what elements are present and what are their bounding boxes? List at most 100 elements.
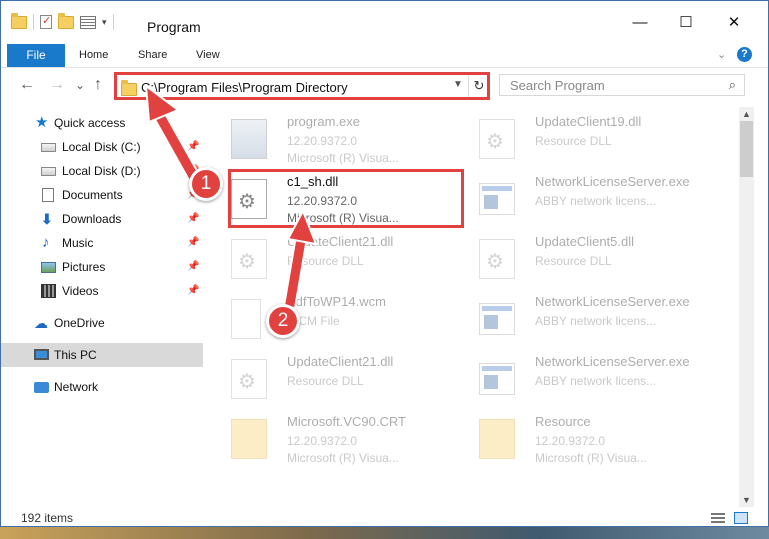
- address-path[interactable]: C:\Program Files\Program Directory: [141, 80, 348, 95]
- file-name: UpdateClient21.dll: [287, 354, 394, 369]
- sidebar-item-this-pc[interactable]: This PC: [1, 343, 203, 367]
- pin-icon[interactable]: 📌: [187, 135, 199, 159]
- sidebar-item-label: OneDrive: [54, 316, 105, 330]
- address-bar[interactable]: C:\Program Files\Program Directory ▼ ↻: [114, 72, 490, 100]
- back-button[interactable]: ←: [19, 76, 35, 94]
- quick-access-toolbar: ▾: [11, 12, 114, 31]
- folder-item-resource[interactable]: Resource 12.20.9372.0 Microsoft (R) Visu…: [471, 411, 721, 467]
- tiles-view-icon[interactable]: [734, 512, 748, 524]
- scroll-thumb[interactable]: [740, 121, 753, 177]
- step-2-badge: 2: [266, 304, 300, 338]
- disk-icon: [41, 143, 56, 152]
- up-button[interactable]: ↑: [94, 76, 102, 94]
- expand-ribbon-icon[interactable]: ⌄: [717, 48, 726, 61]
- sidebar-item-label: Local Disk (D:): [62, 164, 141, 178]
- sidebar-item-videos[interactable]: Videos 📌: [1, 279, 203, 303]
- pin-icon[interactable]: 📌: [187, 207, 199, 231]
- navigation-pane: ★ Quick access Local Disk (C:) 📌 Local D…: [1, 107, 209, 507]
- file-item-updateclient21-dll[interactable]: UpdateClient21.dll Resource DLL: [223, 351, 473, 407]
- file-name: UpdateClient21.dll: [287, 234, 394, 249]
- search-icon[interactable]: ⌕: [729, 77, 736, 93]
- search-input[interactable]: Search Program: [510, 78, 605, 93]
- sidebar-item-label: This PC: [54, 348, 97, 362]
- dll-icon: [479, 119, 515, 159]
- file-icon: [231, 299, 261, 339]
- sidebar-item-label: Network: [54, 380, 99, 394]
- chevron-down-icon[interactable]: ▼: [453, 79, 463, 90]
- network-icon: [34, 382, 49, 393]
- customize-icon[interactable]: [80, 15, 96, 29]
- vertical-scrollbar[interactable]: ▲ ▼: [739, 107, 754, 507]
- file-detail: Resource DLL: [287, 254, 364, 268]
- download-icon: ⬇: [41, 211, 53, 227]
- file-detail: Resource DLL: [287, 374, 364, 388]
- sidebar-item-label: Music: [62, 236, 94, 250]
- scroll-down-icon[interactable]: ▼: [739, 495, 754, 505]
- sidebar-item-local-disk-d[interactable]: Local Disk (D:) 📌: [1, 159, 203, 183]
- star-icon: ★: [35, 114, 49, 131]
- file-item-networklicenseserver-exe[interactable]: NetworkLicenseServer.exe ABBY network li…: [471, 291, 721, 347]
- help-icon[interactable]: ?: [737, 47, 752, 62]
- file-item-networklicenseserver-exe[interactable]: NetworkLicenseServer.exe ABBY network li…: [471, 171, 721, 227]
- file-item-updateclient5-dll[interactable]: UpdateClient5.dll Resource DLL: [471, 231, 721, 287]
- tab-view[interactable]: View: [196, 44, 220, 67]
- sidebar-item-music[interactable]: ♪ Music 📌: [1, 231, 203, 255]
- file-detail: 12.20.9372.0: [287, 134, 358, 148]
- cloud-icon: ☁: [34, 315, 48, 331]
- file-detail: 12.20.9372.0: [287, 434, 358, 448]
- details-view-icon[interactable]: [711, 513, 725, 524]
- step-1-badge: 1: [189, 167, 223, 201]
- pin-icon[interactable]: 📌: [187, 255, 199, 279]
- chevron-down-icon[interactable]: ▾: [102, 17, 107, 28]
- sidebar-item-local-disk-c[interactable]: Local Disk (C:) 📌: [1, 135, 203, 159]
- sidebar-item-pictures[interactable]: Pictures 📌: [1, 255, 203, 279]
- file-item-pdftowp14-wcm[interactable]: PdfToWP14.wcm WCM File: [223, 291, 473, 347]
- tab-share[interactable]: Share: [138, 44, 167, 67]
- file-name: NetworkLicenseServer.exe: [535, 294, 690, 309]
- program-icon: [231, 119, 267, 159]
- sidebar-item-quick-access[interactable]: ★ Quick access: [1, 111, 203, 135]
- file-explorer-window: ▾ Program — ☐ ✕ File Home Share View ⌄ ?…: [0, 0, 769, 527]
- ribbon-tabs: File Home Share View ⌄ ?: [1, 43, 768, 68]
- file-name: NetworkLicenseServer.exe: [535, 354, 690, 369]
- pin-icon[interactable]: 📌: [187, 231, 199, 255]
- tab-home[interactable]: Home: [79, 44, 108, 67]
- file-item-networklicenseserver-exe[interactable]: NetworkLicenseServer.exe ABBY network li…: [471, 351, 721, 407]
- music-icon: ♪: [42, 234, 50, 251]
- file-name: UpdateClient19.dll: [535, 114, 642, 129]
- minimize-button[interactable]: —: [617, 9, 663, 37]
- sidebar-item-label: Videos: [62, 284, 99, 298]
- recent-locations-button[interactable]: ⌄: [75, 78, 85, 92]
- pictures-icon: [41, 262, 56, 273]
- sidebar-item-label: Downloads: [62, 212, 122, 226]
- file-item-updateclient19-dll[interactable]: UpdateClient19.dll Resource DLL: [471, 111, 721, 167]
- sidebar-item-downloads[interactable]: ⬇ Downloads 📌: [1, 207, 203, 231]
- new-folder-icon[interactable]: [58, 12, 74, 29]
- pin-icon[interactable]: 📌: [187, 279, 199, 303]
- file-item-program-exe[interactable]: program.exe 12.20.9372.0 Microsoft (R) V…: [223, 111, 473, 167]
- search-box[interactable]: Search Program ⌕: [499, 74, 745, 96]
- tab-file[interactable]: File: [7, 44, 65, 67]
- sidebar-item-network[interactable]: Network: [1, 375, 203, 399]
- sidebar-item-onedrive[interactable]: ☁ OneDrive: [1, 311, 203, 335]
- sidebar-item-label: Quick access: [54, 116, 126, 130]
- dll-icon: [231, 239, 267, 279]
- scroll-up-icon[interactable]: ▲: [739, 109, 754, 119]
- exe-icon: [479, 303, 515, 335]
- forward-button[interactable]: →: [49, 76, 65, 94]
- file-detail: ABBY network licens...: [535, 374, 657, 388]
- file-name: PdfToWP14.wcm: [287, 294, 386, 309]
- folder-icon: [121, 80, 137, 96]
- maximize-button[interactable]: ☐: [663, 9, 709, 37]
- file-item-updateclient21-dll[interactable]: UpdateClient21.dll Resource DLL: [223, 231, 473, 287]
- refresh-icon[interactable]: ↻: [468, 75, 489, 97]
- file-detail: Resource DLL: [535, 254, 612, 268]
- properties-check-icon[interactable]: [40, 14, 52, 29]
- sidebar-item-documents[interactable]: Documents 📌: [1, 183, 203, 207]
- file-name: Resource: [535, 414, 591, 429]
- disk-icon: [41, 167, 56, 176]
- close-button[interactable]: ✕: [711, 9, 757, 37]
- folder-item-microsoft-vc90-crt[interactable]: Microsoft.VC90.CRT 12.20.9372.0 Microsof…: [223, 411, 473, 467]
- folder-icon: [479, 419, 515, 459]
- folder-icon: [231, 419, 267, 459]
